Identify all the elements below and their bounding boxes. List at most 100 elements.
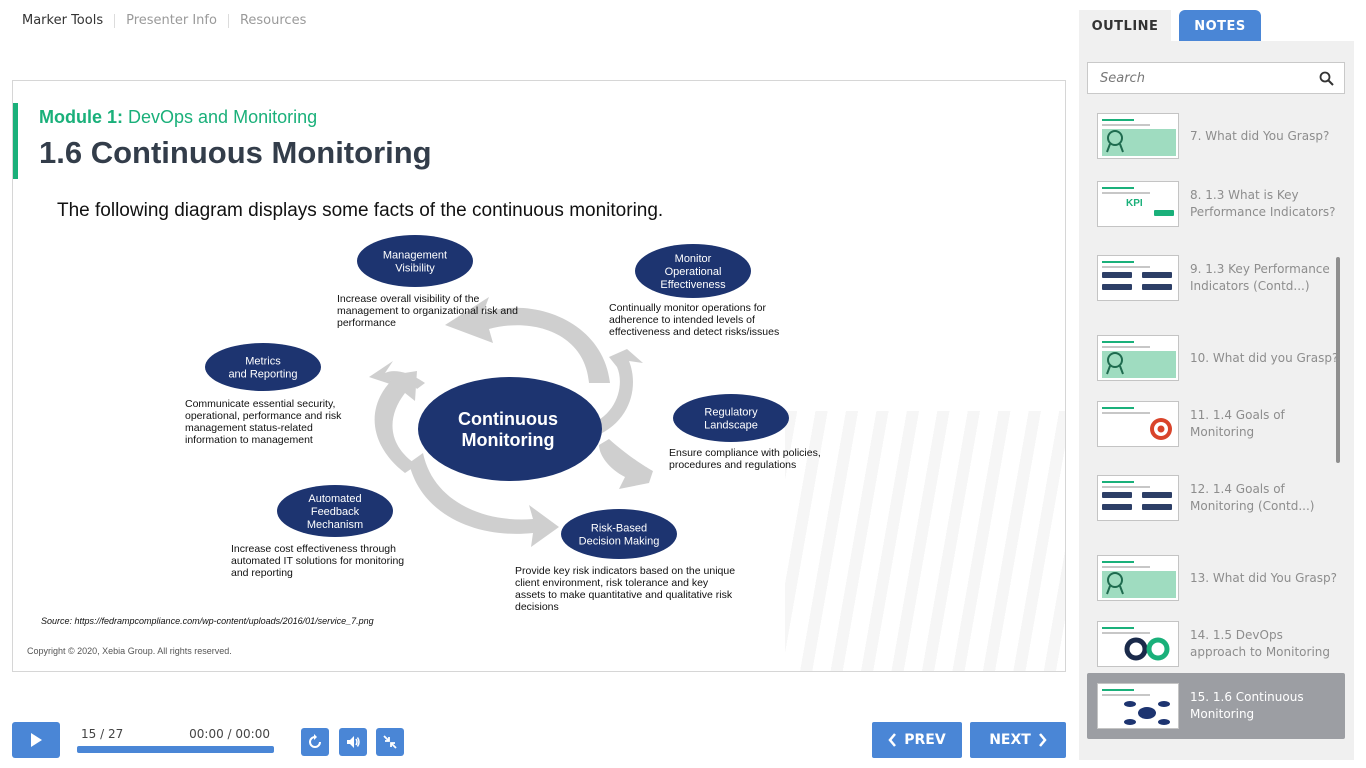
outline-item[interactable]: 9. 1.3 Key Performance Indicators (Contd… xyxy=(1087,245,1345,311)
thumb-subtitle-line xyxy=(1102,486,1150,488)
monitor-operational-effectiveness-description: adherence to intended levels of xyxy=(609,314,755,326)
tab-notes[interactable]: NOTES xyxy=(1179,10,1261,42)
volume-icon xyxy=(347,736,360,748)
tab-outline[interactable]: OUTLINE xyxy=(1079,10,1171,42)
thumb-title-line xyxy=(1102,341,1134,343)
regulatory-landscape-label: Regulatory xyxy=(704,407,758,419)
thumb-bar xyxy=(1102,492,1132,498)
automated-feedback-mechanism-description: and reporting xyxy=(231,567,293,579)
replay-button[interactable] xyxy=(301,728,329,756)
automated-feedback-mechanism-label: Feedback xyxy=(311,506,360,518)
metrics-and-reporting-description: operational, performance and risk xyxy=(185,410,342,422)
search-box xyxy=(1087,62,1345,94)
outline-item[interactable]: 13. What did You Grasp? xyxy=(1087,545,1345,611)
thumb-subtitle-line xyxy=(1102,192,1150,194)
slide-counter: 15 / 27 xyxy=(81,727,124,741)
replay-icon xyxy=(309,734,321,748)
thumb-subtitle-line xyxy=(1102,346,1150,348)
monitor-operational-effectiveness-label: Monitor xyxy=(675,253,712,265)
center-label: Monitoring xyxy=(462,430,555,450)
outline-item-label: 15. 1.6 Continuous Monitoring xyxy=(1190,690,1304,721)
risk-based-decision-making-description: decisions xyxy=(515,601,559,613)
prev-label: PREV xyxy=(904,732,946,748)
time-display: 00:00 / 00:00 xyxy=(189,727,270,741)
outline-item[interactable]: 14. 1.5 DevOps approach to Monitoring xyxy=(1087,611,1345,677)
outline-item[interactable]: 11. 1.4 Goals of Monitoring xyxy=(1087,391,1345,457)
slide-thumbnail xyxy=(1097,475,1179,521)
menu-divider xyxy=(114,13,116,28)
slide-thumbnail xyxy=(1097,113,1179,159)
monitor-operational-effectiveness-label: Effectiveness xyxy=(660,279,726,291)
outline-scrollbar[interactable] xyxy=(1336,257,1340,463)
next-label: NEXT xyxy=(989,732,1031,748)
thumb-subtitle-line xyxy=(1102,566,1150,568)
thumb-subtitle-line xyxy=(1102,694,1150,696)
thumb-title-line xyxy=(1102,627,1134,629)
outline-item-label: 11. 1.4 Goals of Monitoring xyxy=(1190,408,1285,439)
outline-item-label: 13. What did You Grasp? xyxy=(1190,570,1337,585)
slide-thumbnail: KPI xyxy=(1097,181,1179,227)
progress-bar[interactable] xyxy=(77,746,274,753)
monitor-operational-effectiveness-description: Continually monitor operations for xyxy=(609,302,767,314)
outline-item-label: 12. 1.4 Goals of Monitoring (Contd...) xyxy=(1190,482,1315,513)
diagram-thumb-icon xyxy=(1124,701,1170,725)
automated-feedback-mechanism-label: Mechanism xyxy=(307,519,363,531)
management-visibility-label: Visibility xyxy=(395,263,435,275)
search-input[interactable] xyxy=(1100,70,1319,86)
next-button[interactable]: NEXT xyxy=(970,722,1066,758)
target-icon xyxy=(1150,418,1172,440)
collapse-button[interactable] xyxy=(376,728,404,756)
metrics-and-reporting-label: and Reporting xyxy=(228,369,297,381)
slide-thumbnail xyxy=(1097,335,1179,381)
management-visibility-description: Increase overall visibility of the xyxy=(337,293,480,305)
monitor-operational-effectiveness-description: effectiveness and detect risks/issues xyxy=(609,326,779,338)
continuous-monitoring-diagram: ContinuousMonitoring ManagementVisibility… xyxy=(185,235,821,613)
prev-button[interactable]: PREV xyxy=(872,722,962,758)
metrics-and-reporting-description: management status-related xyxy=(185,422,313,434)
outline-item-label: 9. 1.3 Key Performance Indicators (Contd… xyxy=(1190,262,1330,293)
volume-button[interactable] xyxy=(339,728,367,756)
swirl-arrow xyxy=(374,371,417,473)
metrics-and-reporting-description: Communicate essential security, xyxy=(185,398,335,410)
outline-item[interactable]: 12. 1.4 Goals of Monitoring (Contd...) xyxy=(1087,465,1345,531)
automated-feedback-mechanism-description: Increase cost effectiveness through xyxy=(231,543,396,555)
play-button[interactable] xyxy=(12,722,60,758)
risk-based-decision-making-description: assets to make quantitative and qualitat… xyxy=(515,589,733,601)
metrics-and-reporting-label: Metrics xyxy=(245,356,281,368)
outline-item-label: 14. 1.5 DevOps approach to Monitoring xyxy=(1190,628,1331,659)
regulatory-landscape-label: Landscape xyxy=(704,420,758,432)
image-source-note: Source: https://fedrampcompliance.com/wp… xyxy=(41,616,374,626)
thumb-title-line xyxy=(1102,187,1134,189)
thumb-bar xyxy=(1102,284,1132,290)
sidebar: OUTLINE NOTES 7. What did You Grasp? KPI 8… xyxy=(1079,10,1354,760)
management-visibility-description: performance xyxy=(337,317,396,329)
presenter-info-link[interactable]: Presenter Info xyxy=(126,13,217,28)
marker-tools-link[interactable]: Marker Tools xyxy=(22,13,103,28)
thumb-title-line xyxy=(1102,119,1134,121)
thumb-bar xyxy=(1142,272,1172,278)
metrics-and-reporting-description: information to management xyxy=(185,434,313,446)
copyright-text: Copyright © 2020, Xebia Group. All right… xyxy=(27,646,232,656)
progress-fill xyxy=(77,746,274,753)
monitor-operational-effectiveness-label: Operational xyxy=(665,266,722,278)
thumb-bar xyxy=(1142,504,1172,510)
automated-feedback-mechanism-description: automated IT solutions for monitoring xyxy=(231,555,404,567)
brain-icon xyxy=(1106,572,1124,595)
outline-item[interactable]: 10. What did you Grasp? xyxy=(1087,325,1345,391)
search-icon[interactable] xyxy=(1319,71,1334,86)
automated-feedback-mechanism-label: Automated xyxy=(308,493,361,505)
thumb-subtitle-line xyxy=(1102,124,1150,126)
thumb-bar xyxy=(1102,504,1132,510)
brain-icon xyxy=(1106,130,1124,153)
outline-item[interactable]: 15. 1.6 Continuous Monitoring xyxy=(1087,673,1345,739)
outline-list: 7. What did You Grasp? KPI 8. 1.3 What is … xyxy=(1079,103,1354,763)
thumb-title-line xyxy=(1102,261,1134,263)
chevron-left-icon xyxy=(888,733,897,747)
sidebar-tabs: OUTLINE NOTES xyxy=(1079,10,1354,42)
swirl-arrow xyxy=(599,439,653,489)
outline-item[interactable]: 7. What did You Grasp? xyxy=(1087,103,1345,169)
outline-item[interactable]: KPI 8. 1.3 What is Key Performance Indica… xyxy=(1087,171,1345,237)
thumb-title-line xyxy=(1102,689,1134,691)
brain-icon xyxy=(1106,352,1124,375)
resources-link[interactable]: Resources xyxy=(240,13,306,28)
